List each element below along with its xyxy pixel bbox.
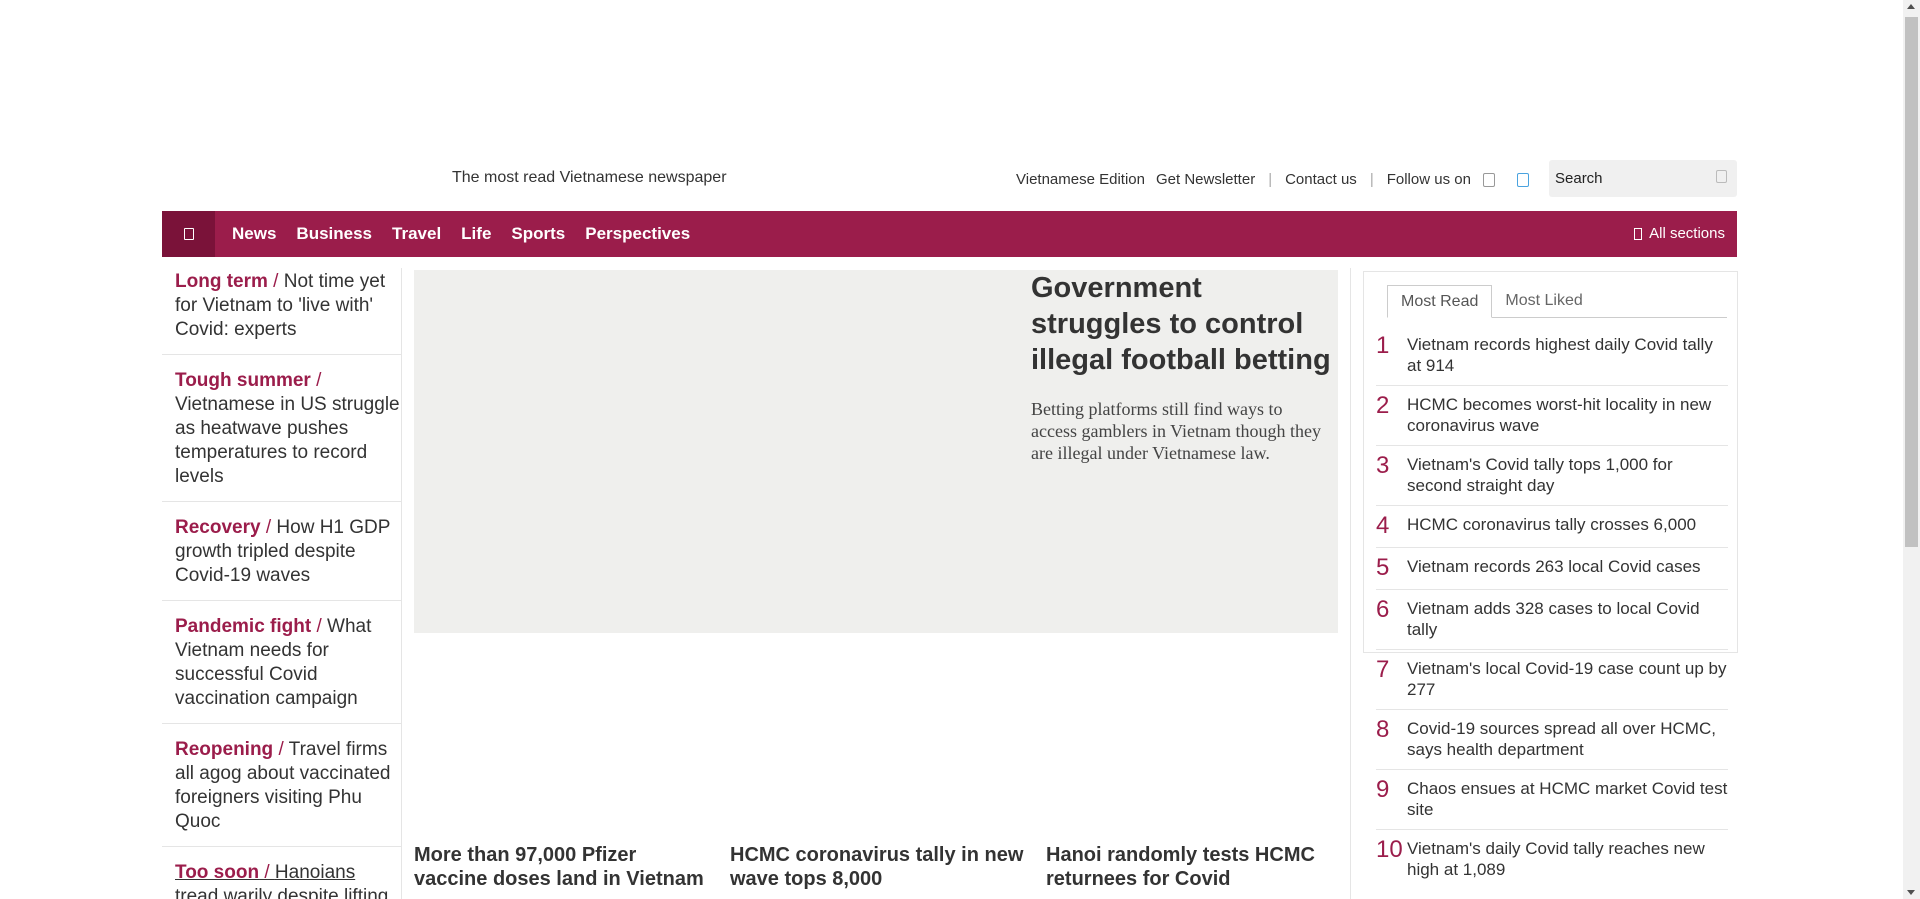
list-item-title: Vietnam's Covid tally tops 1,000 for sec… (1407, 455, 1673, 495)
twitter-icon[interactable] (1516, 172, 1529, 187)
list-item[interactable]: 4 HCMC coronavirus tally crosses 6,000 (1376, 506, 1728, 548)
home-icon (183, 228, 194, 240)
all-sections-button[interactable]: All sections (1634, 225, 1725, 242)
list-item[interactable]: Recovery / How H1 GDP growth tripled des… (162, 514, 401, 601)
nav-item-travel[interactable]: Travel (392, 224, 441, 244)
list-item[interactable]: Pandemic fight / What Vietnam needs for … (162, 613, 401, 724)
list-item-title: Vietnam's local Covid-19 case count up b… (1407, 659, 1727, 699)
list-item[interactable]: 5 Vietnam records 263 local Covid cases (1376, 548, 1728, 590)
list-item-title: HCMC coronavirus tally crosses 6,000 (1407, 515, 1697, 534)
main-nav: News Business Travel Life Sports Perspec… (162, 211, 1737, 257)
nav-item-perspectives[interactable]: Perspectives (585, 224, 690, 244)
search-input[interactable] (1549, 160, 1699, 197)
list-item[interactable]: 1 Vietnam records highest daily Covid tal… (1376, 326, 1728, 386)
divider: | (1268, 171, 1273, 188)
story-keyword: Tough summer (175, 370, 311, 391)
slash: / (259, 862, 275, 883)
rank-number: 5 (1376, 554, 1390, 581)
list-item-title: HCMC becomes worst-hit locality in new c… (1407, 395, 1712, 435)
scrollbar-thumb[interactable] (1905, 17, 1918, 547)
hero-lead: Betting platforms still find ways to acc… (1031, 399, 1322, 463)
slash: / (311, 616, 328, 637)
nav-item-news[interactable]: News (232, 224, 276, 244)
rank-number: 8 (1376, 716, 1390, 743)
top-links: Vietnamese Edition Get Newsletter | Cont… (1016, 171, 1541, 188)
rank-number: 1 (1376, 332, 1390, 359)
slash: / (273, 739, 289, 760)
list-item-title: Vietnam records highest daily Covid tall… (1407, 335, 1713, 375)
facebook-icon[interactable] (1482, 172, 1495, 187)
list-item-title: Chaos ensues at HCMC market Covid test s… (1407, 779, 1728, 819)
sub-story-title[interactable]: Hanoi randomly tests HCMC returnees for … (1046, 843, 1346, 891)
search-icon[interactable] (1716, 170, 1727, 183)
rank-number: 9 (1376, 776, 1390, 803)
rank-number: 7 (1376, 656, 1390, 683)
contact-us-link[interactable]: Contact us (1285, 171, 1357, 188)
menu-icon (1634, 227, 1643, 240)
story-keyword: Long term (175, 271, 268, 292)
follow-us-label: Follow us on (1386, 171, 1471, 188)
hero-story: Government struggles to control illegal … (1031, 270, 1331, 464)
site-tagline: The most read Vietnamese newspaper (452, 169, 727, 186)
list-item[interactable]: Reopening / Travel firms all agog about … (162, 736, 401, 847)
slash: / (267, 271, 284, 292)
divider: | (1369, 171, 1374, 188)
scroll-down-arrow-icon[interactable] (1907, 890, 1915, 895)
list-item[interactable]: 9 Chaos ensues at HCMC market Covid test … (1376, 770, 1728, 830)
story-keyword: Too soon (175, 862, 260, 883)
most-read-tabs: Most Read Most Liked (1387, 285, 1727, 318)
list-item[interactable]: 10 Vietnam's daily Covid tally reaches ne… (1376, 830, 1728, 889)
rank-number: 2 (1376, 392, 1390, 419)
right-column: Most Read Most Liked 1 Vietnam records hi… (1350, 268, 1738, 899)
get-newsletter-link[interactable]: Get Newsletter (1156, 171, 1255, 188)
slash: / (260, 517, 277, 538)
hero-title[interactable]: Government struggles to control illegal … (1031, 270, 1331, 378)
all-sections-label: All sections (1649, 225, 1725, 242)
list-item[interactable]: 6 Vietnam adds 328 cases to local Covid t… (1376, 590, 1728, 650)
search-box (1549, 160, 1737, 197)
vietnamese-edition-link[interactable]: Vietnamese Edition (1016, 171, 1145, 188)
list-item[interactable]: 2 HCMC becomes worst-hit locality in new … (1376, 386, 1728, 446)
list-item-title: Vietnam's daily Covid tally reaches new … (1407, 839, 1705, 879)
story-keyword: Reopening (175, 739, 274, 760)
list-item[interactable]: Too soon / Hanoians tread warily despite… (162, 859, 401, 899)
left-story-column: Long term / Not time yet for Vietnam to … (162, 268, 402, 899)
page-scrollbar[interactable] (1903, 0, 1920, 899)
sub-story-title[interactable]: More than 97,000 Pfizer vaccine doses la… (414, 843, 714, 891)
tab-most-liked[interactable]: Most Liked (1492, 285, 1595, 317)
tab-most-read[interactable]: Most Read (1387, 285, 1493, 318)
story-keyword: Recovery (175, 517, 261, 538)
nav-item-life[interactable]: Life (461, 224, 491, 244)
list-item-title: Vietnam adds 328 cases to local Covid ta… (1407, 599, 1700, 639)
scroll-up-arrow-icon[interactable] (1907, 4, 1915, 9)
list-item[interactable]: Tough summer / Vietnamese in US struggle… (162, 367, 401, 502)
list-item-title: Vietnam records 263 local Covid cases (1407, 557, 1701, 576)
nav-item-sports[interactable]: Sports (511, 224, 565, 244)
slash: / (310, 370, 322, 391)
rank-number: 10 (1376, 836, 1403, 863)
list-item[interactable]: 3 Vietnam's Covid tally tops 1,000 for se… (1376, 446, 1728, 506)
list-item[interactable]: 7 Vietnam's local Covid-19 case count up … (1376, 650, 1728, 710)
list-item-title: Covid-19 sources spread all over HCMC, s… (1407, 719, 1716, 759)
sub-story-title[interactable]: HCMC coronavirus tally in new wave tops … (730, 843, 1030, 891)
story-keyword: Pandemic fight (175, 616, 312, 637)
rank-number: 6 (1376, 596, 1390, 623)
story-title: Vietnamese in US struggle as heatwave pu… (175, 394, 400, 487)
most-read-list: 1 Vietnam records highest daily Covid tal… (1376, 326, 1728, 889)
rank-number: 4 (1376, 512, 1390, 539)
list-item[interactable]: 8 Covid-19 sources spread all over HCMC, … (1376, 710, 1728, 770)
home-button[interactable] (162, 211, 215, 257)
list-item[interactable]: Long term / Not time yet for Vietnam to … (162, 268, 401, 355)
rank-number: 3 (1376, 452, 1390, 479)
nav-item-business[interactable]: Business (296, 224, 372, 244)
